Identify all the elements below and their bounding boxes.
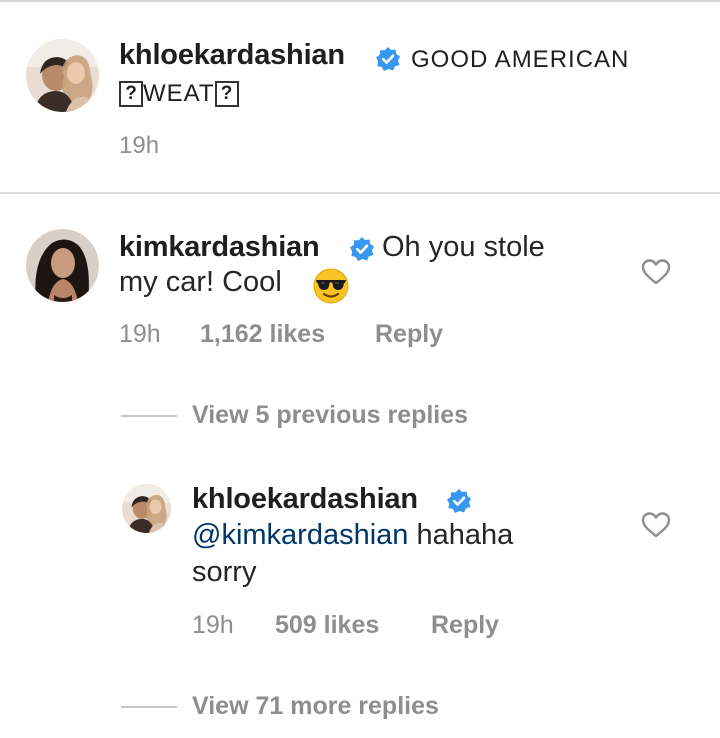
reply-avatar[interactable] bbox=[122, 484, 171, 533]
caption-word: WEAT bbox=[143, 80, 215, 107]
view-previous-replies-button[interactable]: View 5 previous replies bbox=[192, 401, 468, 430]
replies-toggle-line bbox=[121, 706, 177, 708]
comment-text-line2: my car! Cool bbox=[119, 266, 282, 298]
reply-text-line1: @kimkardashian hahaha bbox=[192, 519, 513, 552]
heart-outline-icon[interactable] bbox=[641, 511, 671, 539]
comment-avatar[interactable] bbox=[26, 229, 99, 302]
reply-username[interactable]: khloekardashian bbox=[192, 483, 418, 516]
reply-timestamp: 19h bbox=[192, 611, 234, 639]
comment-reply-button[interactable]: Reply bbox=[375, 320, 443, 349]
reply-text-line2: sorry bbox=[192, 556, 257, 588]
comment-likes-count[interactable]: 1,162 likes bbox=[200, 320, 325, 349]
mention-link[interactable]: @kimkardashian bbox=[192, 519, 408, 551]
sunglasses-emoji-icon bbox=[313, 268, 349, 304]
caption-text-line1: GOOD AMERICAN bbox=[411, 46, 630, 73]
reply-text-after-mention: hahaha bbox=[416, 519, 514, 551]
heart-outline-icon[interactable] bbox=[641, 258, 671, 286]
caption-username[interactable]: khloekardashian bbox=[119, 39, 345, 72]
profile-photo-icon bbox=[26, 39, 99, 112]
profile-photo-icon bbox=[26, 229, 99, 302]
profile-photo-icon bbox=[122, 484, 171, 533]
caption-timestamp: 19h bbox=[119, 132, 160, 159]
replies-toggle-line bbox=[121, 415, 177, 417]
caption-avatar[interactable] bbox=[26, 39, 99, 112]
missing-glyph-box: ? bbox=[119, 81, 143, 107]
reply-likes-count[interactable]: 509 likes bbox=[275, 611, 379, 640]
comment-timestamp: 19h bbox=[119, 320, 161, 348]
view-more-replies-button[interactable]: View 71 more replies bbox=[192, 692, 439, 721]
verified-badge-icon bbox=[447, 489, 471, 513]
caption-divider bbox=[0, 192, 720, 194]
reply-reply-button[interactable]: Reply bbox=[431, 611, 499, 640]
comment-text-line1: Oh you stole bbox=[382, 231, 545, 263]
missing-glyph-box: ? bbox=[214, 81, 239, 107]
verified-badge-icon bbox=[376, 47, 400, 71]
caption-text-line2: ? WEAT ? bbox=[119, 80, 239, 108]
comment-username[interactable]: kimkardashian bbox=[119, 231, 320, 264]
verified-badge-icon bbox=[350, 237, 374, 261]
top-divider bbox=[0, 0, 720, 2]
